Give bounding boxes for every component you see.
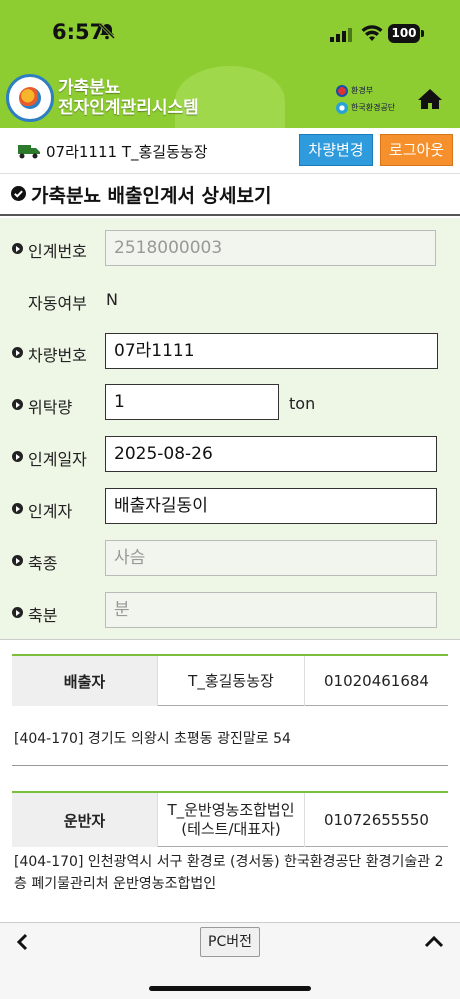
- carrier-head: 운반자: [12, 793, 157, 847]
- check-circle-icon: [11, 186, 26, 205]
- bullet-icon: [12, 607, 23, 618]
- battery-icon: 100: [388, 24, 420, 43]
- carrier-phone: 01072655550: [324, 811, 429, 829]
- ministry-emblem-icon: [336, 84, 348, 97]
- row-amount: 위탁량 1 ton: [0, 384, 460, 424]
- row-manure: 축분 분: [0, 592, 460, 632]
- handler-input[interactable]: 배출자길동이: [105, 488, 437, 524]
- carrier-address: [404-170] 인천광역시 서구 환경로 (경서동) 한국환경공단 환경기술…: [14, 854, 444, 892]
- status-bar: 6:57 100: [0, 0, 460, 60]
- bullet-icon: [12, 243, 23, 254]
- page-title-bar: 가축분뇨 배출인계서 상세보기: [0, 174, 460, 216]
- manure-field[interactable]: 분: [105, 592, 437, 628]
- bullet-icon: [12, 555, 23, 566]
- vehicle-no-input[interactable]: 07라1111: [105, 333, 438, 369]
- home-indicator: [149, 986, 311, 991]
- org-logos: 환경부 한국환경공단: [336, 82, 395, 116]
- bullet-icon: [12, 451, 23, 462]
- brand-line-1: 가축분뇨: [58, 78, 121, 98]
- emitter-section: 배출자 T_홍길동농장 01020461684 [404-170] 경기도 의왕…: [12, 654, 448, 766]
- label-handler: 인계자: [28, 502, 73, 521]
- row-auto: 자동여부 N: [0, 280, 460, 320]
- signal-icon: [330, 27, 352, 46]
- auto-value: N: [106, 290, 118, 309]
- row-handler: 인계자 배출자길동이: [0, 488, 460, 528]
- date-input[interactable]: 2025-08-26: [105, 436, 437, 472]
- row-handover-no: 인계번호 2518000003: [0, 228, 460, 268]
- handover-no-field: 2518000003: [105, 230, 436, 266]
- bullet-icon: [12, 503, 23, 514]
- brand-line-2: 전자인계관리시스템: [58, 98, 199, 118]
- change-vehicle-button[interactable]: 차량변경: [299, 134, 373, 166]
- emitter-name: T_홍길동농장: [157, 656, 305, 706]
- row-date: 인계일자 2025-08-26: [0, 436, 460, 476]
- keco-emblem-icon: [336, 101, 348, 114]
- bell-muted-icon: [98, 22, 116, 44]
- emitter-table: 배출자 T_홍길동농장 01020461684: [12, 654, 448, 706]
- vehicle-bar: 07라1111 T_홍길동농장 차량변경 로그아웃: [0, 128, 460, 174]
- page-title: 가축분뇨 배출인계서 상세보기: [31, 185, 272, 207]
- app-header: 6:57 100 가축분뇨 전자인계관리시스템 환경부 한국환경공단: [0, 0, 460, 128]
- brand-title[interactable]: 가축분뇨 전자인계관리시스템: [58, 78, 199, 118]
- row-species: 축종 사슴: [0, 540, 460, 580]
- row-vehicle-no: 차량번호 07라1111: [0, 332, 460, 372]
- label-vehicle-no: 차량번호: [28, 346, 87, 365]
- label-date: 인계일자: [28, 450, 87, 469]
- carrier-section: 운반자 T_운반영농조합법인(테스트/대표자) 01072655550 [404…: [12, 791, 448, 909]
- label-species: 축종: [28, 554, 58, 573]
- pc-version-button[interactable]: PC버전: [200, 927, 260, 957]
- org-keco: 한국환경공단: [351, 103, 396, 112]
- status-time: 6:57: [52, 20, 105, 44]
- detail-form: 인계번호 2518000003 자동여부 N 차량번호 07라1111 위탁량 …: [0, 218, 460, 640]
- label-auto: 자동여부: [28, 294, 87, 313]
- carrier-table: 운반자 T_운반영농조합법인(테스트/대표자) 01072655550: [12, 791, 448, 847]
- label-manure: 축분: [28, 606, 58, 625]
- system-logo-icon[interactable]: [6, 74, 54, 122]
- carrier-name: T_운반영농조합법인(테스트/대표자): [157, 793, 305, 847]
- amount-input[interactable]: 1: [105, 384, 279, 420]
- species-field[interactable]: 사슴: [105, 540, 437, 576]
- emitter-head: 배출자: [12, 656, 157, 706]
- emitter-phone: 01020461684: [324, 672, 429, 690]
- wifi-icon: [361, 24, 383, 46]
- bottom-bar: PC버전: [0, 922, 460, 999]
- bullet-icon: [12, 399, 23, 410]
- org-ministry: 환경부: [351, 86, 374, 95]
- home-icon[interactable]: [418, 88, 442, 114]
- label-handover-no: 인계번호: [28, 242, 87, 261]
- battery-tip: [421, 30, 424, 37]
- bullet-icon: [12, 347, 23, 358]
- emitter-address: [404-170] 경기도 의왕시 초평동 광진말로 54: [14, 731, 291, 747]
- label-amount: 위탁량: [28, 398, 73, 417]
- scroll-up-chevron-icon[interactable]: [424, 933, 444, 955]
- truck-icon: [18, 143, 40, 163]
- amount-unit: ton: [289, 394, 316, 413]
- back-chevron-icon[interactable]: [14, 933, 32, 955]
- logout-button[interactable]: 로그아웃: [380, 134, 453, 166]
- vehicle-info: 07라1111 T_홍길동농장: [46, 143, 208, 161]
